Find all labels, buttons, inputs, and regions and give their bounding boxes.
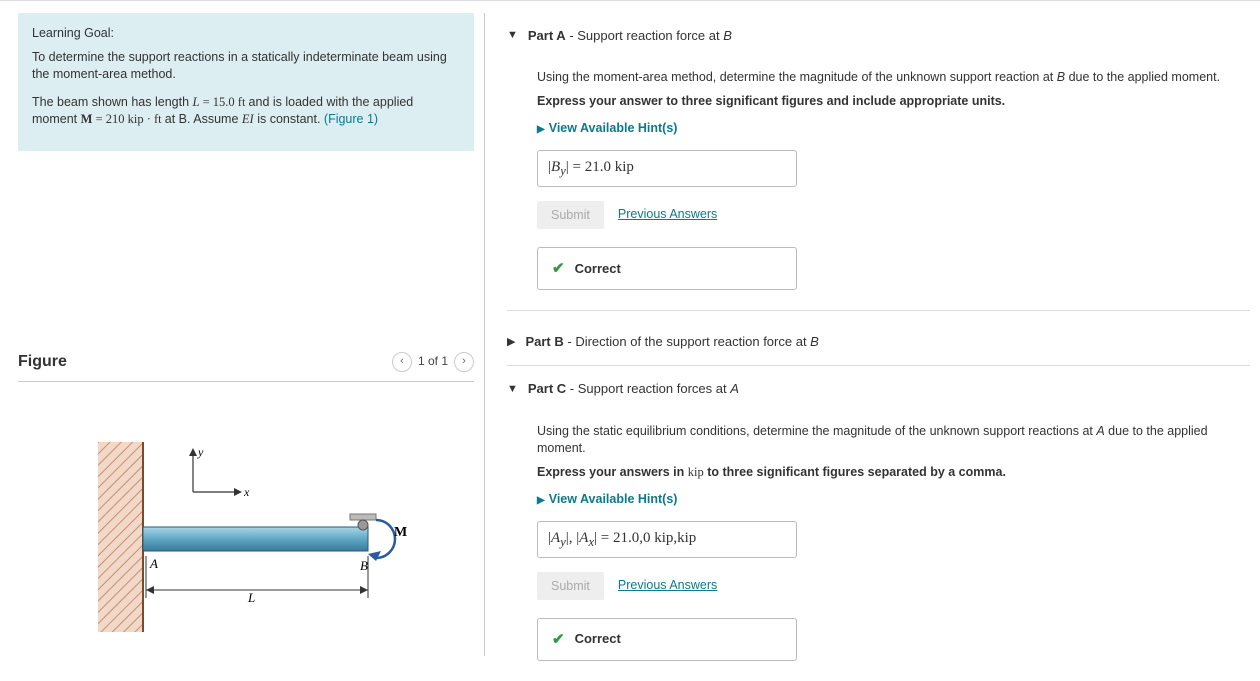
next-figure-button[interactable]: › — [454, 352, 474, 372]
part-b-suffix: - Direction of the support reaction forc… — [564, 334, 810, 349]
part-b-header[interactable]: ▶ Part B - Direction of the support reac… — [507, 315, 1250, 366]
figure-link[interactable]: (Figure 1) — [324, 112, 378, 126]
chevron-right-icon: ▶ — [537, 124, 545, 135]
part-c-body: Using the static equilibrium conditions,… — [507, 409, 1250, 681]
part-c-submit-button[interactable]: Submit — [537, 572, 604, 600]
part-c-answer-box[interactable]: |Ay|, |Ax| = 21.0,0 kip,kip — [537, 521, 797, 559]
part-c-suffix: - Support reaction forces at — [566, 381, 730, 396]
label-L: L — [247, 590, 255, 605]
pc-q-var: A — [1096, 424, 1104, 438]
axis-x-label: x — [243, 485, 250, 499]
figure-header: Figure ‹ 1 of 1 › — [18, 351, 474, 382]
goal-text: The beam shown has length — [32, 95, 193, 109]
part-c-submit-row: Submit Previous Answers — [537, 572, 1250, 600]
part-a-body: Using the moment-area method, determine … — [507, 55, 1250, 311]
learning-goal-heading: Learning Goal: — [32, 25, 460, 43]
pa-q-end: due to the applied moment. — [1065, 70, 1220, 84]
part-c-prev-answers-link[interactable]: Previous Answers — [618, 577, 717, 595]
part-a-var: B — [723, 28, 732, 43]
part-c-header[interactable]: ▼ Part C - Support reaction forces at A — [507, 366, 1250, 408]
chevron-down-icon: ▼ — [507, 382, 518, 397]
part-a-correct-box: ✔ Correct — [537, 247, 797, 290]
figure-pager: ‹ 1 of 1 › — [392, 352, 474, 372]
var-EI: EI — [242, 112, 254, 126]
part-a-submit-row: Submit Previous Answers — [537, 201, 1250, 229]
pc-instr-post: to three significant figures separated b… — [704, 465, 1006, 479]
part-a-hints-toggle[interactable]: ▶ View Available Hint(s) — [537, 120, 1250, 138]
learning-goal-line2: The beam shown has length L = 15.0 ft an… — [32, 94, 460, 129]
chevron-down-icon: ▼ — [507, 28, 518, 43]
part-c-correct-text: Correct — [575, 630, 621, 648]
figure-page-label: 1 of 1 — [418, 353, 448, 370]
part-c-label: Part C — [528, 381, 566, 396]
figure-svg: y x M A B — [18, 442, 474, 637]
part-a-header[interactable]: ▼ Part A - Support reaction force at B — [507, 13, 1250, 55]
part-a-correct-text: Correct — [575, 260, 621, 278]
part-b-var: B — [810, 334, 819, 349]
goal-at-b: at B. Assume — [165, 112, 242, 126]
chevron-right-icon: ▶ — [507, 335, 515, 350]
label-B: B — [360, 558, 368, 573]
part-c-instructions: Express your answers in kip to three sig… — [537, 464, 1250, 482]
check-icon: ✔ — [552, 629, 565, 650]
label-A: A — [149, 556, 158, 571]
part-a-answer-box[interactable]: |By| = 21.0 kip — [537, 150, 797, 188]
pc-answer-value: 21.0,0 kip,kip — [613, 530, 696, 546]
figure-title: Figure — [18, 351, 67, 373]
pc-instr-unit: kip — [688, 465, 704, 479]
part-a-label: Part A — [528, 28, 566, 43]
part-a-instructions: Express your answer to three significant… — [537, 93, 1250, 111]
part-c-question: Using the static equilibrium conditions,… — [537, 423, 1250, 458]
learning-goal-box: Learning Goal: To determine the support … — [18, 13, 474, 151]
pc-q-text: Using the static equilibrium conditions,… — [537, 424, 1096, 438]
page-container: Learning Goal: To determine the support … — [0, 0, 1260, 656]
part-a-prev-answers-link[interactable]: Previous Answers — [618, 206, 717, 224]
right-column: ▼ Part A - Support reaction force at B U… — [485, 13, 1260, 656]
val-L: = 15.0 ft — [199, 95, 248, 109]
val-M: = 210 kip · ft — [92, 112, 164, 126]
prev-figure-button[interactable]: ‹ — [392, 352, 412, 372]
part-c-hints-toggle[interactable]: ▶ View Available Hint(s) — [537, 491, 1250, 509]
left-column: Learning Goal: To determine the support … — [0, 13, 485, 656]
part-c-var: A — [730, 381, 739, 396]
var-M: M — [81, 112, 93, 126]
pa-answer-value: 21.0 kip — [585, 159, 634, 175]
pa-q-var: B — [1057, 70, 1065, 84]
axis-y-label: y — [197, 445, 204, 459]
pa-q-text: Using the moment-area method, determine … — [537, 70, 1057, 84]
check-icon: ✔ — [552, 258, 565, 279]
part-a-question: Using the moment-area method, determine … — [537, 69, 1250, 87]
part-c-correct-box: ✔ Correct — [537, 618, 797, 661]
hints-text: View Available Hint(s) — [549, 121, 678, 135]
part-b-label: Part B — [525, 334, 563, 349]
chevron-right-icon: ▶ — [537, 495, 545, 506]
pc-hints-text: View Available Hint(s) — [549, 492, 678, 506]
goal-const: is constant. — [254, 112, 324, 126]
part-a-submit-button[interactable]: Submit — [537, 201, 604, 229]
learning-goal-line1: To determine the support reactions in a … — [32, 49, 460, 84]
part-a-suffix: - Support reaction force at — [566, 28, 724, 43]
pc-instr-pre: Express your answers in — [537, 465, 688, 479]
moment-label: M — [394, 525, 407, 540]
